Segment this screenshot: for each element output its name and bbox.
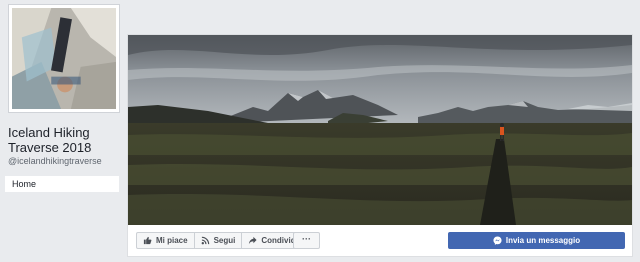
rss-icon [201, 236, 210, 245]
follow-button-label: Segui [213, 236, 236, 245]
like-button[interactable]: Mi piace [137, 233, 195, 248]
like-button-label: Mi piace [156, 236, 188, 245]
follow-button[interactable]: Segui [195, 233, 243, 248]
profile-picture-frame[interactable] [8, 4, 120, 113]
page-action-bar: Mi piace Segui Condividi ··· Invia un me… [128, 225, 632, 256]
cover-card: Mi piace Segui Condividi ··· Invia un me… [127, 34, 633, 257]
more-options-button[interactable]: ··· [293, 232, 320, 249]
nav-item-home[interactable]: Home [5, 176, 119, 192]
cover-photo-image [128, 35, 632, 225]
page-navigation: Home [5, 176, 119, 192]
page-handle[interactable]: @icelandhikingtraverse [8, 156, 102, 166]
profile-photo-image [12, 8, 116, 109]
page-actions-group: Mi piace Segui Condividi [136, 232, 305, 249]
send-message-label: Invia un messaggio [505, 236, 581, 245]
share-arrow-icon [248, 236, 257, 245]
page-title: Iceland Hiking Traverse 2018 [8, 125, 92, 155]
thumbs-up-icon [143, 236, 152, 245]
cover-photo[interactable] [128, 35, 632, 225]
profile-picture[interactable] [12, 8, 116, 109]
messenger-icon [493, 236, 502, 245]
send-message-button[interactable]: Invia un messaggio [448, 232, 625, 249]
